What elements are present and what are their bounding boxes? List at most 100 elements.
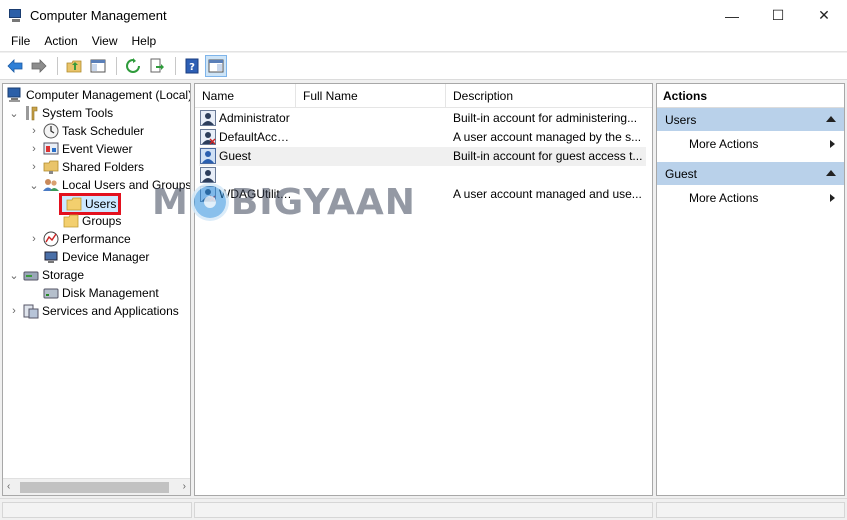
watermark-text: BIGYAAN [230, 181, 416, 223]
actions-title: Actions [657, 84, 844, 108]
scroll-left-arrow[interactable]: ‹ [7, 481, 10, 492]
action-label: More Actions [689, 191, 759, 205]
clock-icon [43, 123, 59, 139]
cell-name: Guest [219, 149, 252, 163]
tree-item-groups[interactable]: Groups [61, 212, 121, 230]
column-header-name[interactable]: Name [195, 84, 296, 108]
show-hide-action-pane-button[interactable] [205, 55, 227, 77]
table-row-selected[interactable]: Guest Built-in account for guest access … [195, 147, 652, 166]
menu-help[interactable]: Help [125, 34, 164, 48]
more-actions-users[interactable]: More Actions [657, 134, 844, 154]
table-row[interactable]: Administrator Built-in account for admin… [195, 109, 652, 128]
scrollbar-thumb[interactable] [20, 482, 169, 493]
console-tree-pane[interactable]: Computer Management (Local) ⌄ System Too… [2, 83, 191, 496]
tree-item-services-and-applications[interactable]: › Services and Applications [7, 302, 179, 320]
tree-item-storage[interactable]: ⌄ Storage [7, 266, 84, 284]
cell-name: DefaultAcco... [219, 130, 293, 144]
section-label: Guest [665, 166, 698, 181]
results-list-pane[interactable]: Name Full Name Description Administrator… [194, 83, 653, 496]
submenu-arrow-icon [830, 194, 835, 202]
event-viewer-icon [43, 141, 59, 157]
tree-horizontal-scrollbar[interactable]: ‹ › [3, 478, 190, 495]
help-button[interactable]: ? [181, 55, 203, 77]
status-segment [194, 502, 653, 518]
tree-item-event-viewer[interactable]: › Event Viewer [27, 140, 132, 158]
tree-item-computer-management[interactable]: Computer Management (Local) [5, 86, 190, 104]
cell-description: Built-in account for administering... [453, 111, 638, 125]
menu-file[interactable]: File [4, 34, 37, 48]
table-row[interactable]: DefaultAcco... A user account managed by… [195, 128, 652, 147]
column-header-description[interactable]: Description [446, 84, 652, 108]
mobigyaan-watermark: M BIGYAAN [152, 181, 452, 223]
show-hide-console-tree-button[interactable] [87, 55, 109, 77]
computer-management-icon [7, 87, 23, 103]
forward-icon [31, 59, 47, 73]
toolbar: ? [0, 53, 847, 80]
tree-label: Disk Management [62, 286, 159, 300]
section-label: Users [665, 112, 697, 127]
tree-item-performance[interactable]: › Performance [27, 230, 131, 248]
user-icon [200, 129, 216, 145]
minimize-button[interactable]: — [709, 0, 755, 31]
performance-icon [43, 231, 59, 247]
toolbar-separator [57, 57, 58, 75]
user-icon [200, 110, 216, 126]
chevron-right-icon[interactable]: › [27, 124, 41, 138]
scroll-right-arrow[interactable]: › [183, 481, 186, 492]
tree-item-device-manager[interactable]: Device Manager [41, 248, 149, 266]
actions-section-guest[interactable]: Guest [657, 162, 844, 185]
chevron-down-icon[interactable]: ⌄ [27, 178, 41, 192]
refresh-icon [126, 58, 140, 73]
watermark-letter-m: M [152, 181, 189, 223]
list-header: Name Full Name Description [195, 84, 652, 108]
action-label: More Actions [689, 137, 759, 151]
tree-item-system-tools[interactable]: ⌄ System Tools [7, 104, 113, 122]
tree-label: Storage [42, 268, 85, 282]
up-one-level-button[interactable] [63, 55, 85, 77]
tree-label: Task Scheduler [62, 124, 145, 138]
tree-label: Groups [82, 214, 122, 228]
refresh-button[interactable] [122, 55, 144, 77]
tree-label: Shared Folders [62, 160, 145, 174]
maximize-button[interactable]: ☐ [755, 0, 801, 31]
status-bar [0, 498, 847, 520]
menu-bar: File Action View Help [0, 31, 847, 52]
services-icon [23, 303, 39, 319]
menu-action[interactable]: Action [37, 34, 84, 48]
actions-section-users[interactable]: Users [657, 108, 844, 131]
status-segment [2, 502, 192, 518]
shared-folder-icon [43, 159, 59, 175]
tree-item-disk-management[interactable]: Disk Management [41, 284, 159, 302]
storage-icon [23, 267, 39, 283]
cell-description: Built-in account for guest access t... [453, 149, 643, 163]
cell-description: A user account managed and use... [453, 187, 642, 201]
users-group-icon [43, 177, 59, 193]
tree-item-shared-folders[interactable]: › Shared Folders [27, 158, 144, 176]
menu-view[interactable]: View [85, 34, 125, 48]
status-segment [656, 502, 845, 518]
chevron-right-icon[interactable]: › [7, 304, 21, 318]
tree-label: Services and Applications [42, 304, 179, 318]
export-list-button[interactable] [146, 55, 168, 77]
help-icon: ? [185, 58, 199, 74]
folder-icon [66, 196, 82, 212]
back-button[interactable] [4, 55, 26, 77]
tree-item-task-scheduler[interactable]: › Task Scheduler [27, 122, 144, 140]
export-list-icon [150, 58, 164, 73]
forward-button[interactable] [28, 55, 50, 77]
back-icon [7, 59, 23, 73]
chevron-right-icon[interactable]: › [27, 142, 41, 156]
more-actions-guest[interactable]: More Actions [657, 188, 844, 208]
chevron-down-icon[interactable]: ⌄ [7, 106, 21, 120]
collapse-up-icon[interactable] [826, 170, 836, 176]
show-hide-action-pane-icon [208, 59, 224, 73]
toolbar-separator [116, 57, 117, 75]
chevron-right-icon[interactable]: › [27, 232, 41, 246]
collapse-up-icon[interactable] [826, 116, 836, 122]
column-header-full-name[interactable]: Full Name [296, 84, 446, 108]
close-button[interactable]: ✕ [801, 0, 847, 31]
chevron-down-icon[interactable]: ⌄ [7, 268, 21, 282]
chevron-right-icon[interactable]: › [27, 160, 41, 174]
cell-name: Administrator [219, 111, 290, 125]
actions-pane[interactable]: Actions Users More Actions Guest More Ac… [656, 83, 845, 496]
